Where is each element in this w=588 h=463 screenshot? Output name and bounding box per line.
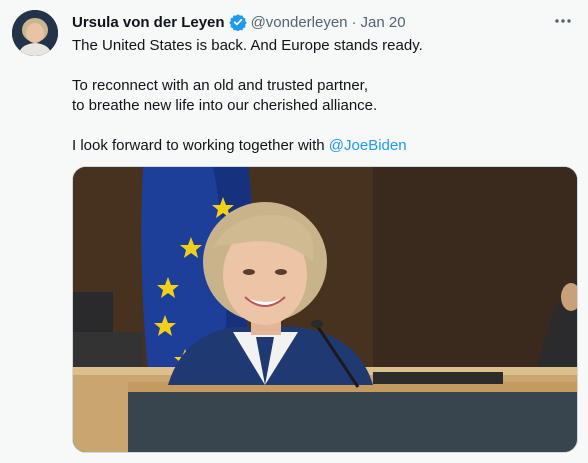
tweet-line: I look forward to working together with …: [72, 136, 572, 156]
tweet-line: to breathe new life into our cherished a…: [72, 97, 378, 114]
avatar[interactable]: [12, 10, 58, 56]
author-handle[interactable]: @vonderleyen: [251, 14, 348, 31]
tweet-line-text: I look forward to working together with: [72, 137, 329, 154]
tweet-photo[interactable]: [72, 166, 578, 453]
verified-badge-icon: [228, 13, 247, 32]
tweet-line: The United States is back. And Europe st…: [72, 37, 423, 54]
author-name[interactable]: Ursula von der Leyen: [72, 14, 225, 31]
tweet[interactable]: Ursula von der Leyen @vonderleyen · Jan …: [0, 0, 588, 463]
tweet-line: To reconnect with an old and trusted par…: [72, 77, 369, 94]
more-options-icon[interactable]: [552, 10, 574, 32]
separator-dot: ·: [351, 13, 357, 31]
tweet-text: The United States is back. And Europe st…: [72, 36, 572, 156]
tweet-date[interactable]: Jan 20: [361, 14, 406, 31]
mention-link[interactable]: @JoeBiden: [329, 137, 407, 154]
tweet-header: Ursula von der Leyen @vonderleyen · Jan …: [72, 12, 576, 32]
